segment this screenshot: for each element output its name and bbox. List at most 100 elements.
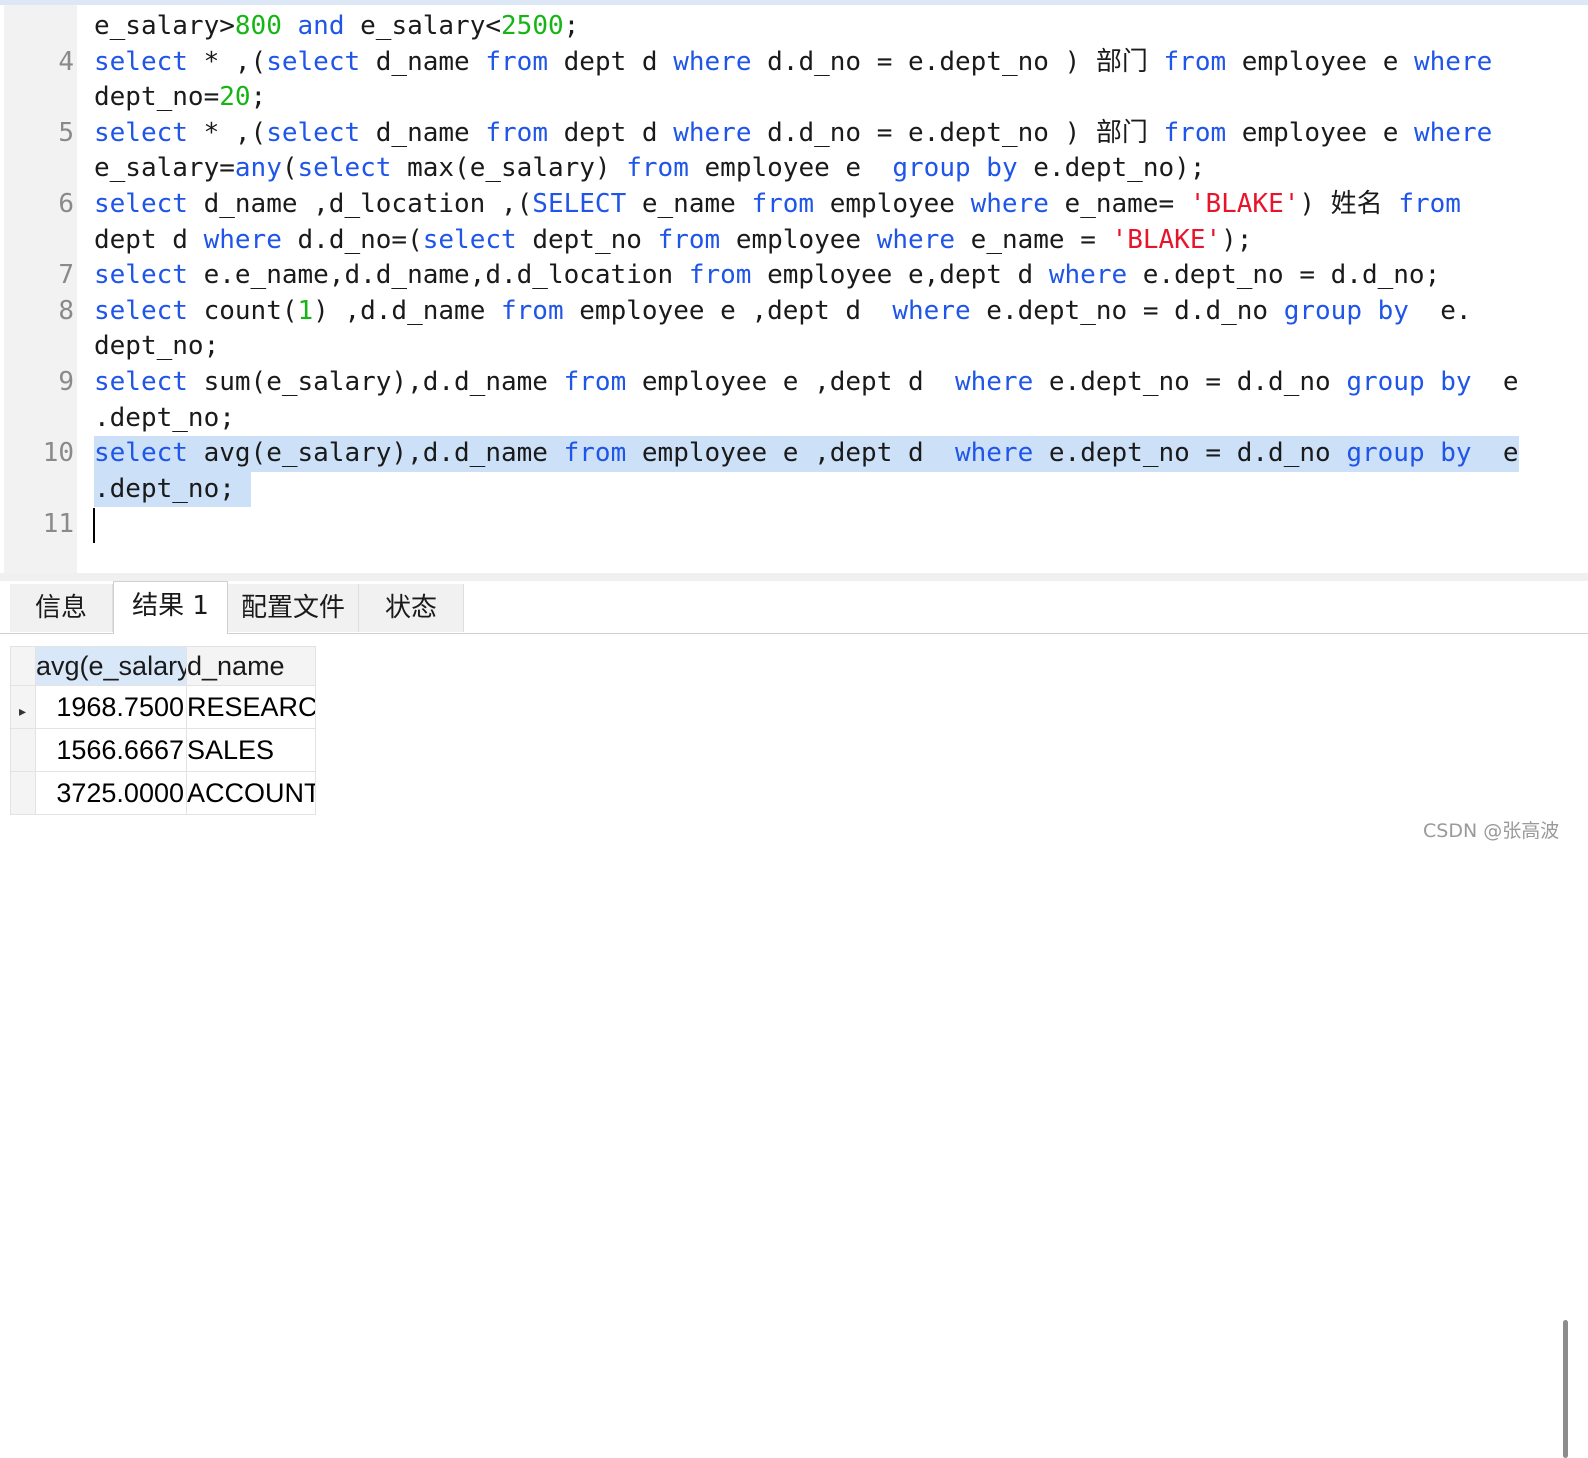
code-line[interactable]: 7 select e.e_name,d.d_name,d.d_location f… xyxy=(4,258,1564,294)
cell-d-name[interactable]: SALES xyxy=(186,728,316,772)
keyword-token: from xyxy=(485,117,548,148)
code-token: e_salary< xyxy=(344,11,502,41)
code-text: e_salary>800 and e_salary<2500; xyxy=(94,9,579,45)
code-token: d_name xyxy=(360,117,486,148)
keyword-token: SELECT xyxy=(532,189,627,219)
keyword-token: from xyxy=(501,295,564,326)
result-grid[interactable]: avg(e_salary) d_name ▸ 1968.7500 RESEARC… xyxy=(10,646,316,815)
code-line[interactable]: 6 select d_name ,d_location ,(SELECT e_na… xyxy=(4,187,1564,223)
cell-avg-salary[interactable]: 1968.7500 xyxy=(35,685,187,729)
tab-result-1[interactable]: 结果 1 xyxy=(113,581,228,635)
code-token: max(e_salary) xyxy=(391,153,627,184)
table-row[interactable]: ▸ 1968.7500 RESEARCH xyxy=(10,685,316,729)
keyword-token: select xyxy=(94,46,188,77)
code-line[interactable]: dept_no=20; xyxy=(4,80,1564,116)
vertical-scrollbar[interactable] xyxy=(1563,1320,1568,1458)
code-token: employee e xyxy=(688,153,893,184)
code-token: ; xyxy=(563,11,580,41)
code-line[interactable]: dept d where d.d_no=(select dept_no from… xyxy=(4,223,1564,259)
code-token: e xyxy=(1471,367,1519,397)
code-text: dept_no=20; xyxy=(94,80,266,116)
code-line[interactable]: 9 select sum(e_salary),d.d_name from empl… xyxy=(4,365,1564,401)
code-token: e.e_name,d.d_name,d.d_location xyxy=(187,260,689,291)
code-text: select * ,(select d_name from dept d whe… xyxy=(94,116,1492,152)
column-header-d-name[interactable]: d_name xyxy=(186,646,316,686)
code-line[interactable]: 8 select count(1) ,d.d_name from employee… xyxy=(4,294,1564,330)
code-token: e.dept_no = d.d_no xyxy=(1033,438,1347,469)
code-text: select e.e_name,d.d_name,d.d_location fr… xyxy=(94,258,1440,294)
code-line[interactable]: dept_no; xyxy=(4,329,1564,365)
keyword-token: select xyxy=(94,117,188,148)
row-indicator[interactable] xyxy=(10,771,36,815)
column-header-avg-salary[interactable]: avg(e_salary) xyxy=(35,646,187,686)
row-indicator[interactable]: ▸ xyxy=(10,685,36,729)
line-number: 11 xyxy=(42,509,74,540)
code-token: e_name = xyxy=(955,224,1112,255)
code-line[interactable]: 5 select * ,(select d_name from dept d wh… xyxy=(4,116,1564,152)
keyword-token: from xyxy=(626,153,689,184)
code-token: avg(e_salary),d.d_name xyxy=(187,438,564,469)
code-token: e xyxy=(1471,438,1519,469)
code-token: ( xyxy=(281,153,298,184)
code-text: select * ,(select d_name from dept d whe… xyxy=(94,45,1492,81)
header-row: avg(e_salary) d_name xyxy=(10,646,316,686)
code-token: d.d_no=( xyxy=(281,224,423,255)
code-token: e. xyxy=(1408,295,1472,326)
line-number: 4 xyxy=(58,46,74,77)
tab-profile[interactable]: 配置文件 xyxy=(228,584,359,632)
code-line[interactable]: .dept_no; xyxy=(4,471,1564,508)
code-token: e_salary> xyxy=(94,11,235,41)
number-token: 20 xyxy=(219,82,251,113)
code-token: employee e ,dept d xyxy=(626,438,955,469)
tab-info[interactable]: 信息 xyxy=(10,584,113,632)
editor-splitter[interactable] xyxy=(0,573,1588,581)
code-token: d.d_no = e.dept_no ) 部门 xyxy=(751,46,1164,77)
code-line[interactable]: 11 xyxy=(4,507,1564,543)
cell-avg-salary[interactable]: 1566.6667 xyxy=(35,728,187,772)
code-line[interactable]: e_salary>800 and e_salary<2500; xyxy=(4,9,1564,45)
cell-d-name[interactable]: ACCOUNTING xyxy=(186,771,316,815)
tab-status[interactable]: 状态 xyxy=(359,584,464,632)
keyword-token: select xyxy=(94,189,188,219)
code-token: .dept_no; xyxy=(94,402,235,433)
number-token: 2500 xyxy=(501,11,564,41)
keyword-token: select xyxy=(94,438,188,469)
keyword-token: select xyxy=(94,295,188,326)
row-indicator[interactable] xyxy=(10,728,36,772)
result-grid-area: avg(e_salary) d_name ▸ 1968.7500 RESEARC… xyxy=(0,634,1588,1458)
code-token: e.dept_no = d.d_no xyxy=(1033,367,1347,397)
code-token: e.dept_no = d.d_no xyxy=(970,295,1284,326)
code-line[interactable]: e_salary=any(select max(e_salary) from e… xyxy=(4,151,1564,187)
sql-editor[interactable]: e_salary>800 and e_salary<2500; 4 select *… xyxy=(4,5,1568,573)
code-token: count( xyxy=(187,295,298,326)
number-token: 800 xyxy=(234,11,282,41)
keyword-token: any xyxy=(234,153,282,184)
code-token: e.dept_no = d.d_no; xyxy=(1127,260,1441,291)
keyword-token: group by xyxy=(1283,295,1409,326)
code-token: * ,( xyxy=(187,117,267,148)
code-line[interactable]: 10 select avg(e_salary),d.d_name from emp… xyxy=(4,436,1564,472)
code-line[interactable]: 4 select * ,(select d_name from dept d wh… xyxy=(4,45,1564,81)
code-token: d_name xyxy=(360,46,486,77)
cell-d-name[interactable]: RESEARCH xyxy=(186,685,316,729)
text-cursor xyxy=(93,508,95,543)
code-token: e.dept_no); xyxy=(1017,153,1206,184)
code-token: ); xyxy=(1221,224,1253,255)
code-token: dept d xyxy=(547,46,674,77)
keyword-token: where xyxy=(876,224,956,255)
code-token: employee e ,dept d xyxy=(626,367,955,397)
keyword-token: group by xyxy=(1346,367,1472,397)
table-row[interactable]: 3725.0000 ACCOUNTING xyxy=(10,771,316,815)
code-text: .dept_no; xyxy=(94,401,235,437)
keyword-token: from xyxy=(563,438,627,469)
code-line[interactable]: .dept_no; xyxy=(4,401,1564,437)
keyword-token: select xyxy=(266,117,361,148)
cell-avg-salary[interactable]: 3725.0000 xyxy=(35,771,187,815)
line-number: 6 xyxy=(58,189,74,219)
line-number: 5 xyxy=(58,117,74,148)
keyword-token: where xyxy=(970,189,1049,219)
code-token: dept_no xyxy=(516,224,658,255)
code-text: .dept_no; xyxy=(94,471,251,508)
table-row[interactable]: 1566.6667 SALES xyxy=(10,728,316,772)
keyword-token: select xyxy=(94,260,188,291)
